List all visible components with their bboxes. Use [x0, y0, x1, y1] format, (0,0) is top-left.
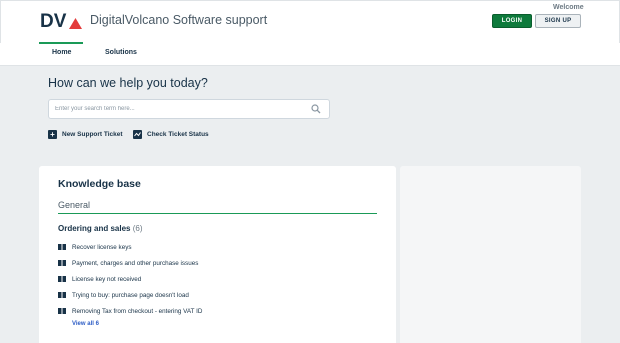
logo-triangle [69, 18, 82, 29]
search-box[interactable] [48, 99, 330, 119]
ticket-status-icon [133, 129, 142, 139]
digitalvolcano-logo[interactable]: DV [40, 10, 82, 30]
new-support-ticket-link[interactable]: + New Support Ticket [48, 129, 123, 139]
search-input[interactable] [55, 103, 305, 115]
article-item[interactable]: License key not received [58, 271, 202, 287]
folder-name: Ordering and sales [58, 224, 131, 233]
login-button[interactable]: LOGIN [492, 14, 532, 28]
view-all-link[interactable]: View all 6 [72, 321, 99, 327]
sidebar-panel [400, 166, 581, 343]
knowledge-base-title: Knowledge base [58, 178, 141, 190]
book-icon [58, 276, 66, 282]
welcome-text: Welcome [553, 4, 584, 11]
tab-solutions[interactable]: Solutions [105, 49, 137, 56]
site-title[interactable]: DigitalVolcano Software support [90, 13, 267, 27]
book-icon [58, 308, 66, 314]
category-divider [58, 213, 377, 214]
article-item[interactable]: Removing Tax from checkout - entering VA… [58, 303, 202, 319]
signup-button[interactable]: SIGN UP [535, 14, 581, 28]
article-item[interactable]: Recover license keys [58, 239, 202, 255]
knowledge-base-card: Knowledge base General Ordering and sale… [39, 166, 396, 343]
folder-title[interactable]: Ordering and sales (6) [58, 224, 142, 233]
article-item[interactable]: Payment, charges and other purchase issu… [58, 255, 202, 271]
article-label: Trying to buy: purchase page doesn't loa… [72, 291, 189, 299]
book-icon [58, 292, 66, 298]
folder-count: (6) [132, 224, 143, 233]
article-label: Payment, charges and other purchase issu… [72, 259, 199, 267]
article-list: Recover license keys Payment, charges an… [58, 239, 202, 319]
check-ticket-status-label: Check Ticket Status [147, 130, 209, 138]
category-general[interactable]: General [58, 200, 90, 210]
article-label: Removing Tax from checkout - entering VA… [72, 307, 203, 315]
tab-home[interactable]: Home [52, 49, 71, 56]
search-icon[interactable] [311, 104, 321, 114]
article-label: Recover license keys [72, 243, 132, 251]
book-icon [58, 260, 66, 266]
help-heading: How can we help you today? [48, 76, 208, 90]
article-item[interactable]: Trying to buy: purchase page doesn't loa… [58, 287, 202, 303]
logo-letters: DV [40, 11, 67, 30]
check-ticket-status-link[interactable]: Check Ticket Status [133, 129, 209, 139]
book-icon [58, 244, 66, 250]
article-label: License key not received [72, 275, 142, 283]
active-tab-indicator [39, 42, 83, 44]
new-support-ticket-label: New Support Ticket [62, 130, 123, 138]
plus-icon: + [48, 129, 57, 139]
site-header: DV DigitalVolcano Software support Welco… [0, 0, 620, 66]
